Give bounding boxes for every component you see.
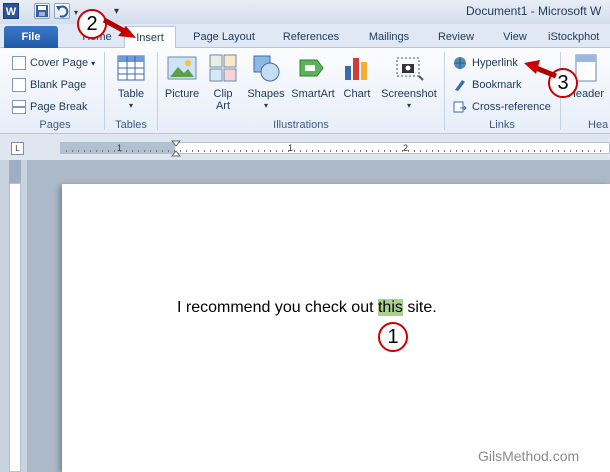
annotation-arrows [102, 17, 557, 79]
watermark: GilsMethod.com [478, 448, 580, 464]
arrow-to-insert-tab [102, 17, 136, 38]
arrow-to-hyperlink [524, 60, 557, 79]
